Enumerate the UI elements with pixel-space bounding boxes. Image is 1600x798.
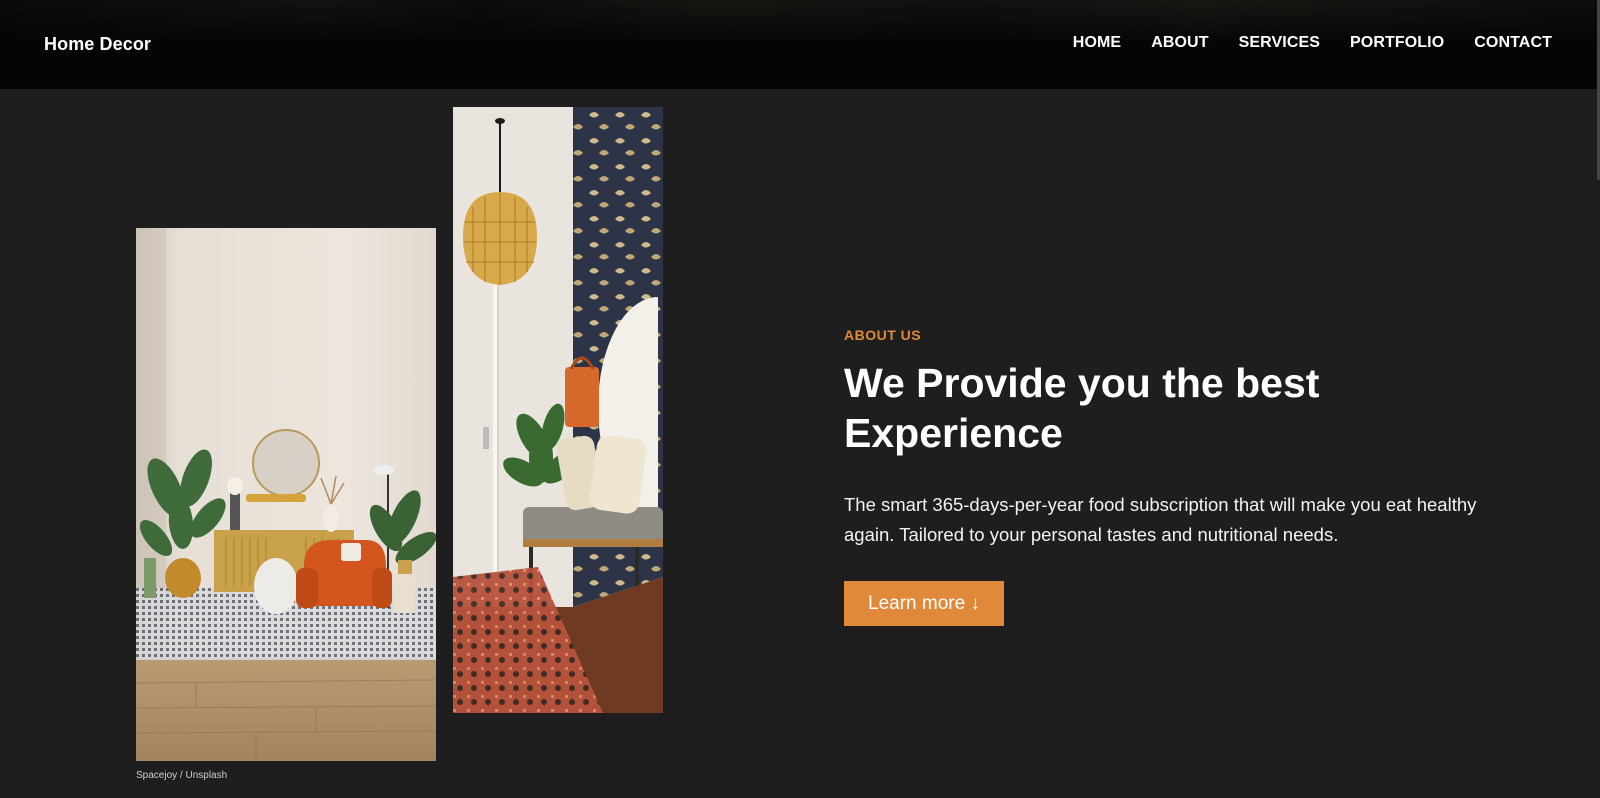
main-nav: HOME ABOUT SERVICES PORTFOLIO CONTACT xyxy=(1073,34,1552,52)
brand-logo[interactable]: Home Decor xyxy=(44,34,151,55)
living-room-illustration xyxy=(136,228,436,761)
navbar: Home Decor HOME ABOUT SERVICES PORTFOLIO… xyxy=(0,0,1600,89)
photo-credit: Spacejoy / Unsplash xyxy=(136,770,228,781)
nav-services[interactable]: SERVICES xyxy=(1239,34,1320,52)
nav-about[interactable]: ABOUT xyxy=(1151,34,1208,52)
section-description: The smart 365-days-per-year food subscri… xyxy=(844,494,1477,545)
hallway-photo xyxy=(453,107,663,713)
hallway-illustration xyxy=(453,107,663,713)
nav-portfolio[interactable]: PORTFOLIO xyxy=(1350,34,1444,52)
learn-more-button[interactable]: Learn more ↓ xyxy=(844,581,1004,626)
headline-line-2: Experience xyxy=(844,410,1063,456)
section-eyebrow: ABOUT US xyxy=(844,327,922,343)
section-headline: We Provide you the best Experience xyxy=(844,358,1484,458)
nav-contact[interactable]: CONTACT xyxy=(1474,34,1552,52)
headline-line-1: We Provide you the best xyxy=(844,360,1320,406)
nav-home[interactable]: HOME xyxy=(1073,34,1121,52)
living-room-photo xyxy=(136,228,436,761)
